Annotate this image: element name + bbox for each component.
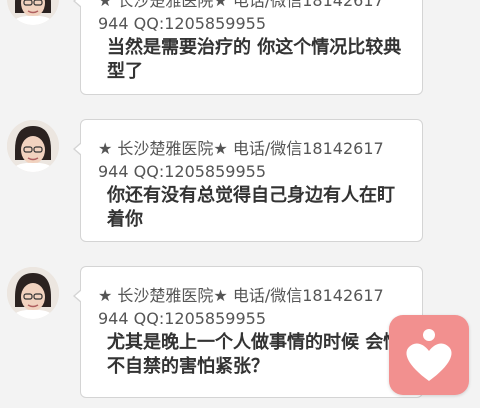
message-text: 尤其是晚上一个人做事情的时候 会情不自禁的害怕紧张？ (107, 332, 402, 377)
signature-line-2: 944 QQ:1205859955 (98, 309, 266, 328)
message-bubble[interactable]: ★ 长沙楚雅医院★ 电话/微信18142617 944 QQ:120585995… (73, 119, 423, 242)
signature-line-1: ★ 长沙楚雅医院★ 电话/微信18142617 (98, 286, 384, 305)
heart-person-icon (406, 329, 452, 381)
signature-line-1: ★ 长沙楚雅医院★ 电话/微信18142617 (98, 139, 384, 158)
doctor-avatar-icon (7, 0, 59, 25)
heart-fab-button[interactable] (389, 315, 469, 395)
chat-view: ★ 长沙楚雅医院★ 电话/微信18142617 944 QQ:120585995… (0, 0, 480, 408)
signature-line-1: ★ 长沙楚雅医院★ 电话/微信18142617 (98, 0, 384, 10)
signature-line-2: 944 QQ:1205859955 (98, 162, 266, 181)
avatar[interactable] (7, 120, 59, 172)
doctor-avatar-icon (7, 120, 59, 172)
signature-line-2: 944 QQ:1205859955 (98, 14, 266, 33)
message-text: 你还有没有总觉得自己身边有人在盯着你 (107, 185, 395, 230)
avatar[interactable] (7, 0, 59, 25)
doctor-avatar-icon (7, 267, 59, 319)
avatar[interactable] (7, 267, 59, 319)
message-bubble[interactable]: ★ 长沙楚雅医院★ 电话/微信18142617 944 QQ:120585995… (73, 0, 423, 95)
message-text: 当然是需要治疗的 你这个情况比较典型了 (107, 37, 402, 82)
message-bubble[interactable]: ★ 长沙楚雅医院★ 电话/微信18142617 944 QQ:120585995… (73, 266, 423, 398)
